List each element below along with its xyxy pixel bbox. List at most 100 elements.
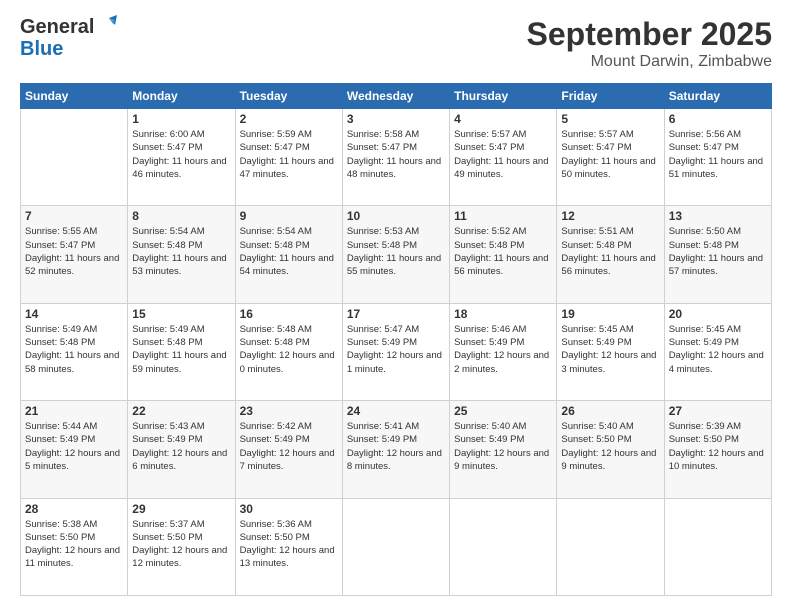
sunset-text: Sunset: 5:49 PM xyxy=(25,434,95,445)
sunset-text: Sunset: 5:47 PM xyxy=(347,142,417,153)
daylight-text: Daylight: 12 hours and 3 minutes. xyxy=(561,350,656,374)
daylight-text: Daylight: 11 hours and 59 minutes. xyxy=(132,350,226,374)
table-cell: 3 Sunrise: 5:58 AM Sunset: 5:47 PM Dayli… xyxy=(342,109,449,206)
logo-bird-icon xyxy=(95,15,117,37)
table-cell: 8 Sunrise: 5:54 AM Sunset: 5:48 PM Dayli… xyxy=(128,206,235,303)
day-info: Sunrise: 5:48 AM Sunset: 5:48 PM Dayligh… xyxy=(240,323,338,376)
day-info: Sunrise: 5:42 AM Sunset: 5:49 PM Dayligh… xyxy=(240,420,338,473)
day-number: 22 xyxy=(132,404,230,418)
table-cell: 22 Sunrise: 5:43 AM Sunset: 5:49 PM Dayl… xyxy=(128,401,235,498)
sunset-text: Sunset: 5:50 PM xyxy=(132,532,202,543)
table-cell: 10 Sunrise: 5:53 AM Sunset: 5:48 PM Dayl… xyxy=(342,206,449,303)
day-info: Sunrise: 5:52 AM Sunset: 5:48 PM Dayligh… xyxy=(454,225,552,278)
sunset-text: Sunset: 5:47 PM xyxy=(240,142,310,153)
daylight-text: Daylight: 11 hours and 51 minutes. xyxy=(669,156,763,180)
table-cell xyxy=(557,498,664,595)
day-number: 12 xyxy=(561,209,659,223)
week-row-3: 21 Sunrise: 5:44 AM Sunset: 5:49 PM Dayl… xyxy=(21,401,772,498)
day-number: 7 xyxy=(25,209,123,223)
table-cell: 25 Sunrise: 5:40 AM Sunset: 5:49 PM Dayl… xyxy=(450,401,557,498)
day-number: 30 xyxy=(240,502,338,516)
day-info: Sunrise: 5:55 AM Sunset: 5:47 PM Dayligh… xyxy=(25,225,123,278)
day-info: Sunrise: 5:49 AM Sunset: 5:48 PM Dayligh… xyxy=(25,323,123,376)
day-info: Sunrise: 5:44 AM Sunset: 5:49 PM Dayligh… xyxy=(25,420,123,473)
sunrise-text: Sunrise: 5:46 AM xyxy=(454,324,526,335)
sunrise-text: Sunrise: 5:44 AM xyxy=(25,421,97,432)
daylight-text: Daylight: 12 hours and 13 minutes. xyxy=(240,545,335,569)
day-number: 2 xyxy=(240,112,338,126)
sunset-text: Sunset: 5:49 PM xyxy=(347,337,417,348)
table-cell xyxy=(664,498,771,595)
sunset-text: Sunset: 5:50 PM xyxy=(561,434,631,445)
daylight-text: Daylight: 12 hours and 6 minutes. xyxy=(132,448,227,472)
sunset-text: Sunset: 5:48 PM xyxy=(454,240,524,251)
table-cell: 23 Sunrise: 5:42 AM Sunset: 5:49 PM Dayl… xyxy=(235,401,342,498)
table-cell: 2 Sunrise: 5:59 AM Sunset: 5:47 PM Dayli… xyxy=(235,109,342,206)
logo: General Blue xyxy=(20,16,117,60)
table-cell: 13 Sunrise: 5:50 AM Sunset: 5:48 PM Dayl… xyxy=(664,206,771,303)
day-number: 13 xyxy=(669,209,767,223)
day-number: 4 xyxy=(454,112,552,126)
daylight-text: Daylight: 12 hours and 7 minutes. xyxy=(240,448,335,472)
table-cell: 28 Sunrise: 5:38 AM Sunset: 5:50 PM Dayl… xyxy=(21,498,128,595)
table-cell: 14 Sunrise: 5:49 AM Sunset: 5:48 PM Dayl… xyxy=(21,303,128,400)
sunrise-text: Sunrise: 5:37 AM xyxy=(132,519,204,530)
day-number: 27 xyxy=(669,404,767,418)
day-number: 15 xyxy=(132,307,230,321)
header-wednesday: Wednesday xyxy=(342,84,449,109)
logo-blue: Blue xyxy=(20,38,63,60)
sunset-text: Sunset: 5:48 PM xyxy=(25,337,95,348)
daylight-text: Daylight: 11 hours and 49 minutes. xyxy=(454,156,548,180)
table-cell: 7 Sunrise: 5:55 AM Sunset: 5:47 PM Dayli… xyxy=(21,206,128,303)
daylight-text: Daylight: 12 hours and 8 minutes. xyxy=(347,448,442,472)
day-info: Sunrise: 5:50 AM Sunset: 5:48 PM Dayligh… xyxy=(669,225,767,278)
sunset-text: Sunset: 5:48 PM xyxy=(132,337,202,348)
daylight-text: Daylight: 12 hours and 12 minutes. xyxy=(132,545,227,569)
day-number: 20 xyxy=(669,307,767,321)
day-number: 11 xyxy=(454,209,552,223)
daylight-text: Daylight: 11 hours and 48 minutes. xyxy=(347,156,441,180)
day-number: 17 xyxy=(347,307,445,321)
sunrise-text: Sunrise: 5:57 AM xyxy=(561,129,633,140)
daylight-text: Daylight: 12 hours and 5 minutes. xyxy=(25,448,120,472)
sunrise-text: Sunrise: 5:54 AM xyxy=(132,226,204,237)
sunrise-text: Sunrise: 5:52 AM xyxy=(454,226,526,237)
daylight-text: Daylight: 11 hours and 56 minutes. xyxy=(561,253,655,277)
sunrise-text: Sunrise: 5:55 AM xyxy=(25,226,97,237)
sunset-text: Sunset: 5:49 PM xyxy=(669,337,739,348)
daylight-text: Daylight: 12 hours and 2 minutes. xyxy=(454,350,549,374)
week-row-2: 14 Sunrise: 5:49 AM Sunset: 5:48 PM Dayl… xyxy=(21,303,772,400)
header-thursday: Thursday xyxy=(450,84,557,109)
table-cell: 1 Sunrise: 6:00 AM Sunset: 5:47 PM Dayli… xyxy=(128,109,235,206)
table-cell: 27 Sunrise: 5:39 AM Sunset: 5:50 PM Dayl… xyxy=(664,401,771,498)
sunrise-text: Sunrise: 5:45 AM xyxy=(561,324,633,335)
sunset-text: Sunset: 5:49 PM xyxy=(347,434,417,445)
table-cell: 4 Sunrise: 5:57 AM Sunset: 5:47 PM Dayli… xyxy=(450,109,557,206)
sunrise-text: Sunrise: 5:45 AM xyxy=(669,324,741,335)
sunrise-text: Sunrise: 5:38 AM xyxy=(25,519,97,530)
sunset-text: Sunset: 5:48 PM xyxy=(240,240,310,251)
day-info: Sunrise: 5:53 AM Sunset: 5:48 PM Dayligh… xyxy=(347,225,445,278)
table-cell: 30 Sunrise: 5:36 AM Sunset: 5:50 PM Dayl… xyxy=(235,498,342,595)
daylight-text: Daylight: 11 hours and 54 minutes. xyxy=(240,253,334,277)
day-info: Sunrise: 5:47 AM Sunset: 5:49 PM Dayligh… xyxy=(347,323,445,376)
day-number: 9 xyxy=(240,209,338,223)
table-cell: 5 Sunrise: 5:57 AM Sunset: 5:47 PM Dayli… xyxy=(557,109,664,206)
day-number: 5 xyxy=(561,112,659,126)
week-row-1: 7 Sunrise: 5:55 AM Sunset: 5:47 PM Dayli… xyxy=(21,206,772,303)
day-number: 6 xyxy=(669,112,767,126)
sunset-text: Sunset: 5:49 PM xyxy=(132,434,202,445)
sunset-text: Sunset: 5:49 PM xyxy=(240,434,310,445)
page: General Blue September 2025 Mount Darwin… xyxy=(0,0,792,612)
day-info: Sunrise: 5:59 AM Sunset: 5:47 PM Dayligh… xyxy=(240,128,338,181)
daylight-text: Daylight: 12 hours and 11 minutes. xyxy=(25,545,120,569)
day-info: Sunrise: 5:40 AM Sunset: 5:49 PM Dayligh… xyxy=(454,420,552,473)
sunrise-text: Sunrise: 5:50 AM xyxy=(669,226,741,237)
day-info: Sunrise: 5:46 AM Sunset: 5:49 PM Dayligh… xyxy=(454,323,552,376)
table-cell: 12 Sunrise: 5:51 AM Sunset: 5:48 PM Dayl… xyxy=(557,206,664,303)
week-row-4: 28 Sunrise: 5:38 AM Sunset: 5:50 PM Dayl… xyxy=(21,498,772,595)
day-info: Sunrise: 5:57 AM Sunset: 5:47 PM Dayligh… xyxy=(561,128,659,181)
day-info: Sunrise: 5:45 AM Sunset: 5:49 PM Dayligh… xyxy=(669,323,767,376)
header-friday: Friday xyxy=(557,84,664,109)
table-cell: 18 Sunrise: 5:46 AM Sunset: 5:49 PM Dayl… xyxy=(450,303,557,400)
